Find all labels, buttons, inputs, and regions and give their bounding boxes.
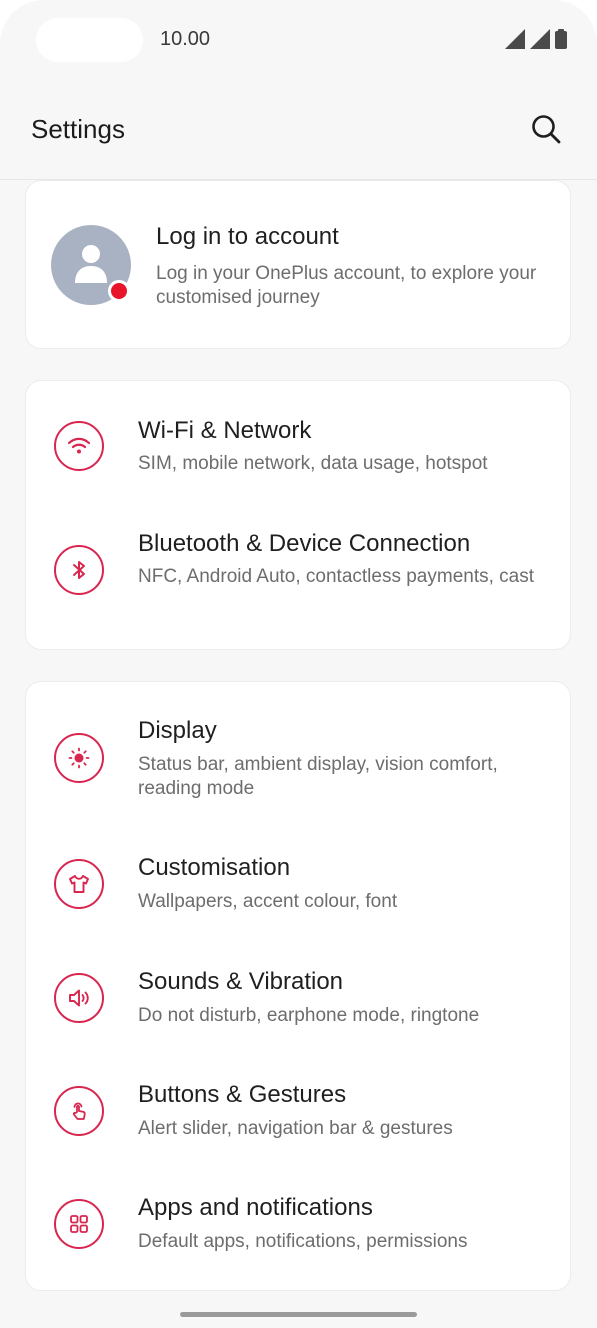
settings-item-title: Buttons & Gestures xyxy=(138,1081,347,1108)
settings-item-buttons-gestures[interactable]: Buttons & Gestures Alert slider, navigat… xyxy=(26,1061,572,1174)
settings-item-subtitle: NFC, Android Auto, contactless payments,… xyxy=(138,566,535,587)
settings-item-title: Wi-Fi & Network xyxy=(138,417,312,444)
speaker-icon xyxy=(54,973,104,1023)
settings-item-title: Apps and notifications xyxy=(138,1194,373,1221)
settings-item-subtitle: Do not disturb, earphone mode, ringtone xyxy=(138,1005,480,1026)
search-button[interactable] xyxy=(529,112,563,146)
app-bar: Settings xyxy=(0,80,597,180)
wifi-icon xyxy=(54,421,104,471)
device-settings-card: Display Status bar, ambient display, vis… xyxy=(25,681,571,1291)
status-bar: 10.00 xyxy=(0,0,597,80)
settings-item-title: Sounds & Vibration xyxy=(138,968,344,995)
display-brightness-icon xyxy=(54,733,104,783)
settings-item-title: Display xyxy=(138,717,217,744)
settings-item-subtitle: SIM, mobile network, data usage, hotspot xyxy=(138,453,488,474)
settings-item-wifi-network[interactable]: Wi-Fi & Network SIM, mobile network, dat… xyxy=(26,381,572,501)
settings-item-subtitle: Alert slider, navigation bar & gestures xyxy=(138,1118,453,1139)
settings-item-customisation[interactable]: Customisation Wallpapers, accent colour,… xyxy=(26,832,572,947)
settings-item-display[interactable]: Display Status bar, ambient display, vis… xyxy=(26,682,572,832)
apps-grid-icon xyxy=(54,1199,104,1249)
touch-gesture-icon xyxy=(54,1086,104,1136)
account-card[interactable]: Log in to account Log in your OnePlus ac… xyxy=(25,180,571,349)
bluetooth-icon xyxy=(54,545,104,595)
account-subtitle: Log in your OnePlus account, to explore … xyxy=(156,263,537,308)
search-icon xyxy=(532,115,561,144)
signal-icon xyxy=(530,29,550,49)
status-icons xyxy=(505,29,567,49)
network-settings-card: Wi-Fi & Network SIM, mobile network, dat… xyxy=(25,380,571,650)
account-title: Log in to account xyxy=(156,223,339,250)
settings-item-sounds-vibration[interactable]: Sounds & Vibration Do not disturb, earph… xyxy=(26,947,572,1061)
battery-icon xyxy=(555,29,567,49)
phone-screen: 10.00 Settings Log in to account Log in … xyxy=(0,0,597,1328)
signal-icon xyxy=(505,29,525,49)
status-time: 10.00 xyxy=(160,28,211,50)
page-title: Settings xyxy=(31,114,125,144)
notification-dot xyxy=(108,280,130,302)
settings-item-subtitle: Wallpapers, accent colour, font xyxy=(138,891,398,912)
camera-pill xyxy=(36,18,143,62)
settings-item-subtitle: Default apps, notifications, permissions xyxy=(138,1231,468,1252)
settings-item-title: Bluetooth & Device Connection xyxy=(138,530,471,557)
settings-item-subtitle: Status bar, ambient display, vision comf… xyxy=(138,754,498,799)
settings-item-bluetooth[interactable]: Bluetooth & Device Connection NFC, Andro… xyxy=(26,501,572,651)
settings-item-apps-notifications[interactable]: Apps and notifications Default apps, not… xyxy=(26,1174,572,1292)
avatar xyxy=(51,225,131,305)
home-indicator[interactable] xyxy=(180,1312,417,1317)
shirt-icon xyxy=(54,859,104,909)
settings-item-title: Customisation xyxy=(138,854,291,881)
